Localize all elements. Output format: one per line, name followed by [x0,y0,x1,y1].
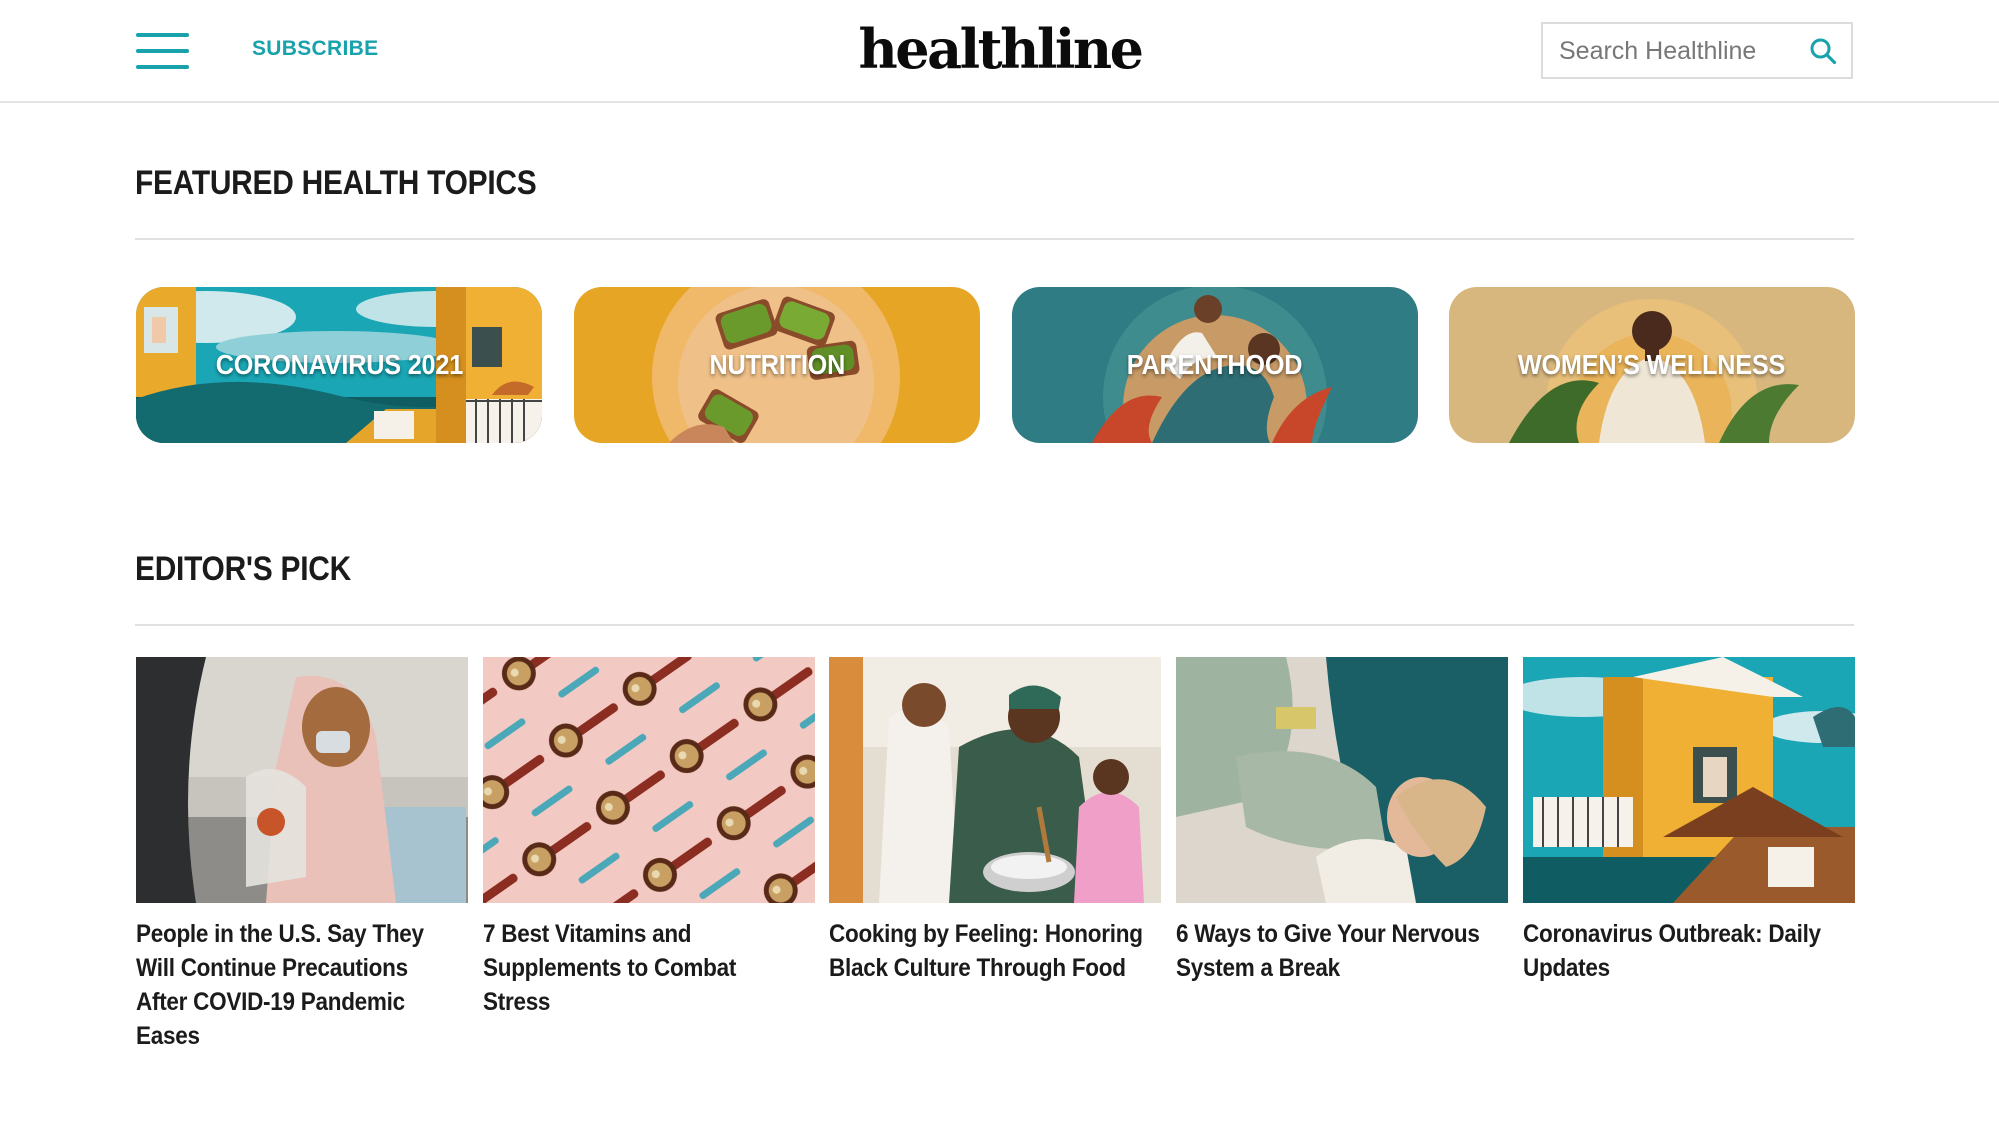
featured-topics-title: FEATURED HEALTH TOPICS [135,164,537,202]
topic-label: NUTRITION [709,349,845,380]
article-headline[interactable]: Coronavirus Outbreak: Daily Updates [1523,917,1847,985]
search-box[interactable] [1541,22,1853,79]
article-headline[interactable]: Cooking by Feeling: Honoring Black Cultu… [829,917,1153,985]
search-icon[interactable] [1809,37,1837,65]
article-card[interactable]: 6 Ways to Give Your Nervous System a Bre… [1176,657,1508,985]
topic-label: CORONAVIRUS 2021 [215,349,463,380]
article-thumbnail [483,657,815,903]
hamburger-menu-icon[interactable] [136,33,189,69]
article-thumbnail [829,657,1161,903]
article-card[interactable]: Coronavirus Outbreak: Daily Updates [1523,657,1855,985]
section-divider [135,238,1854,240]
subscribe-link[interactable]: SUBSCRIBE [252,34,378,64]
article-headline[interactable]: People in the U.S. Say They Will Continu… [136,917,460,1053]
editors-pick-title: EDITOR'S PICK [135,550,351,588]
topic-card-parenthood[interactable]: PARENTHOOD [1012,287,1418,443]
section-divider [135,624,1854,626]
article-thumbnail [1176,657,1508,903]
article-thumbnail [1523,657,1855,903]
article-thumbnail [136,657,468,903]
topic-card-coronavirus[interactable]: CORONAVIRUS 2021 [136,287,542,443]
article-card[interactable]: 7 Best Vitamins and Supplements to Comba… [483,657,815,1019]
article-card[interactable]: People in the U.S. Say They Will Continu… [136,657,468,1053]
article-headline[interactable]: 6 Ways to Give Your Nervous System a Bre… [1176,917,1500,985]
healthline-logo[interactable]: healthline [855,14,1145,84]
topic-label: WOMEN’S WELLNESS [1518,349,1786,380]
article-card[interactable]: Cooking by Feeling: Honoring Black Cultu… [829,657,1161,985]
topic-card-nutrition[interactable]: NUTRITION [574,287,980,443]
site-header: SUBSCRIBE healthline [0,0,1999,103]
search-input[interactable] [1557,32,1791,71]
topic-card-womens-wellness[interactable]: WOMEN’S WELLNESS [1449,287,1855,443]
article-headline[interactable]: 7 Best Vitamins and Supplements to Comba… [483,917,807,1019]
topic-label: PARENTHOOD [1127,349,1303,380]
